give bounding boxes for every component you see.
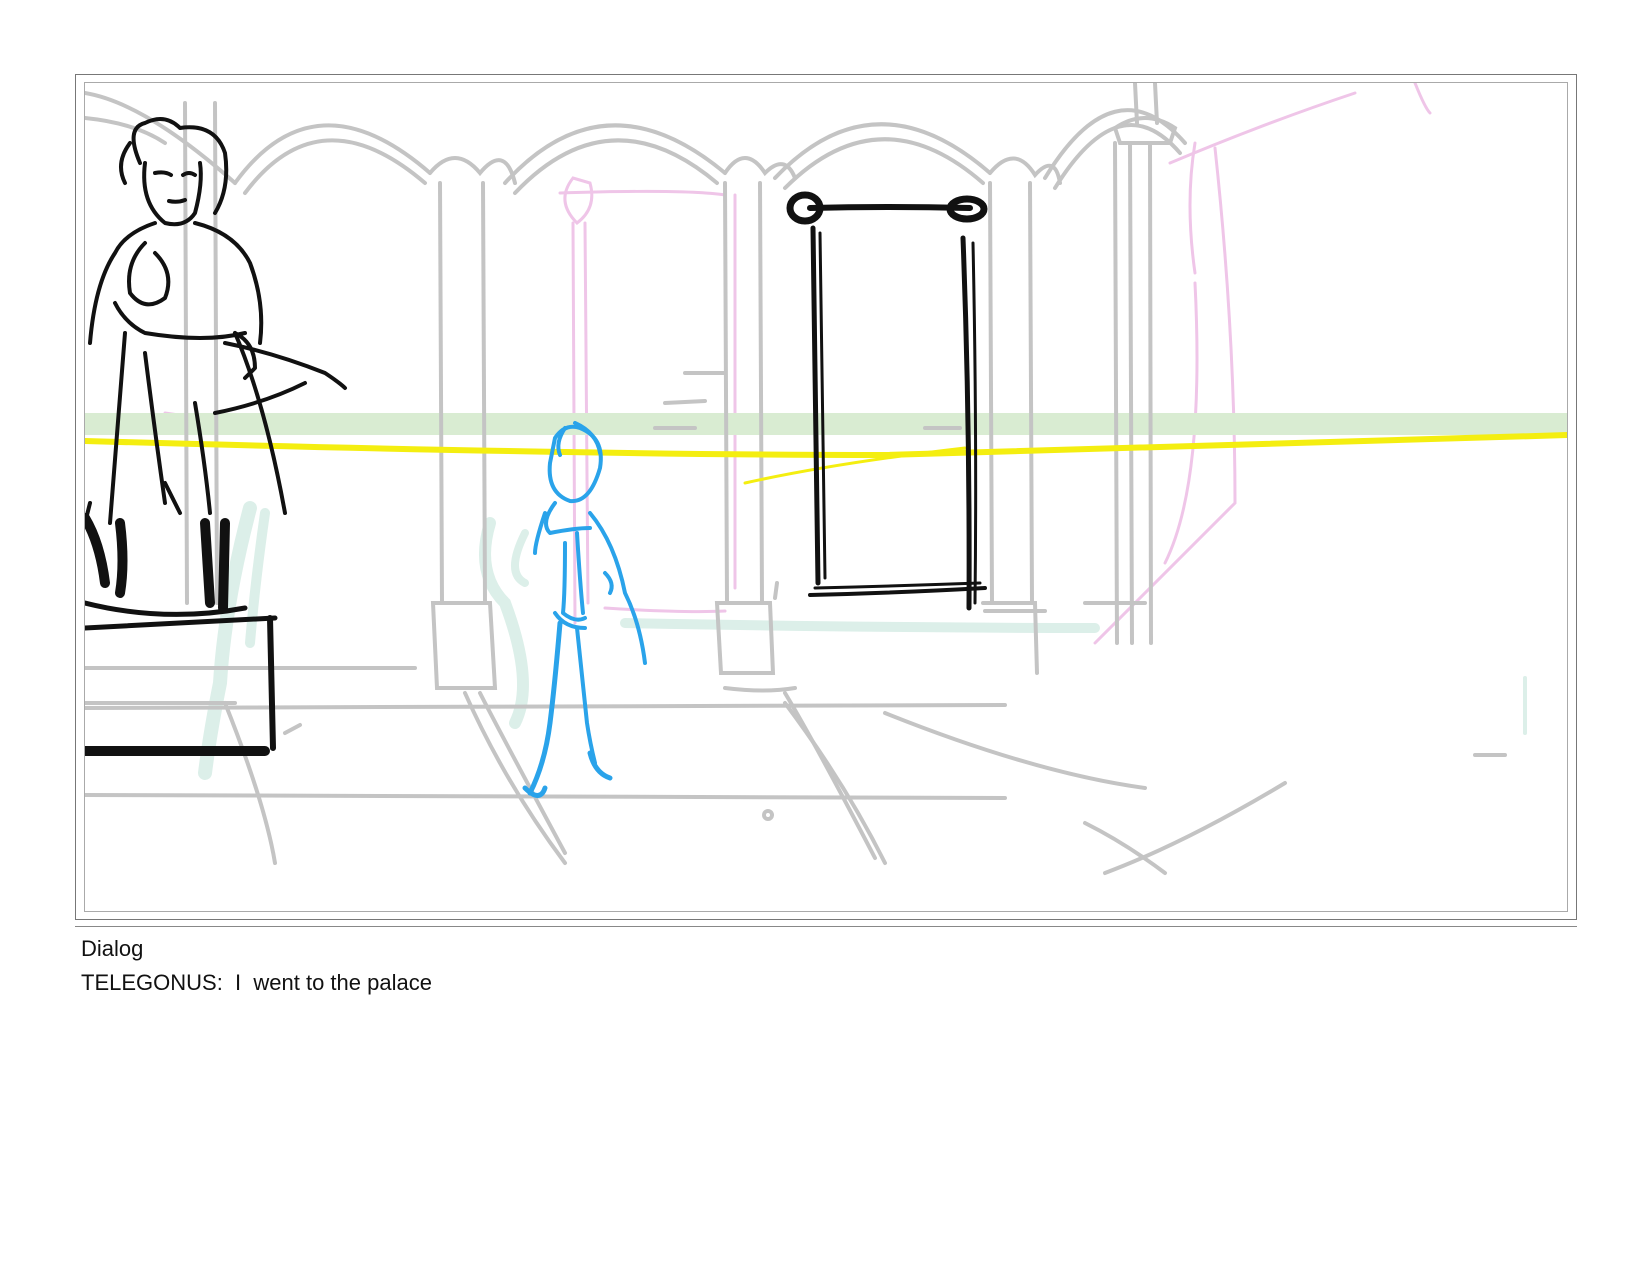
dialog-heading: Dialog	[81, 936, 144, 961]
pink-guide-layer	[163, 83, 1432, 645]
panel-drawing-area	[84, 82, 1568, 912]
panel-sketch	[85, 83, 1567, 875]
storyboard-panel	[75, 74, 1577, 920]
horizon-line	[85, 432, 1567, 485]
caption-divider	[75, 926, 1577, 927]
dialog-line: TELEGONUS: I went to the palace	[81, 970, 432, 995]
doorway-sketch	[786, 191, 988, 611]
